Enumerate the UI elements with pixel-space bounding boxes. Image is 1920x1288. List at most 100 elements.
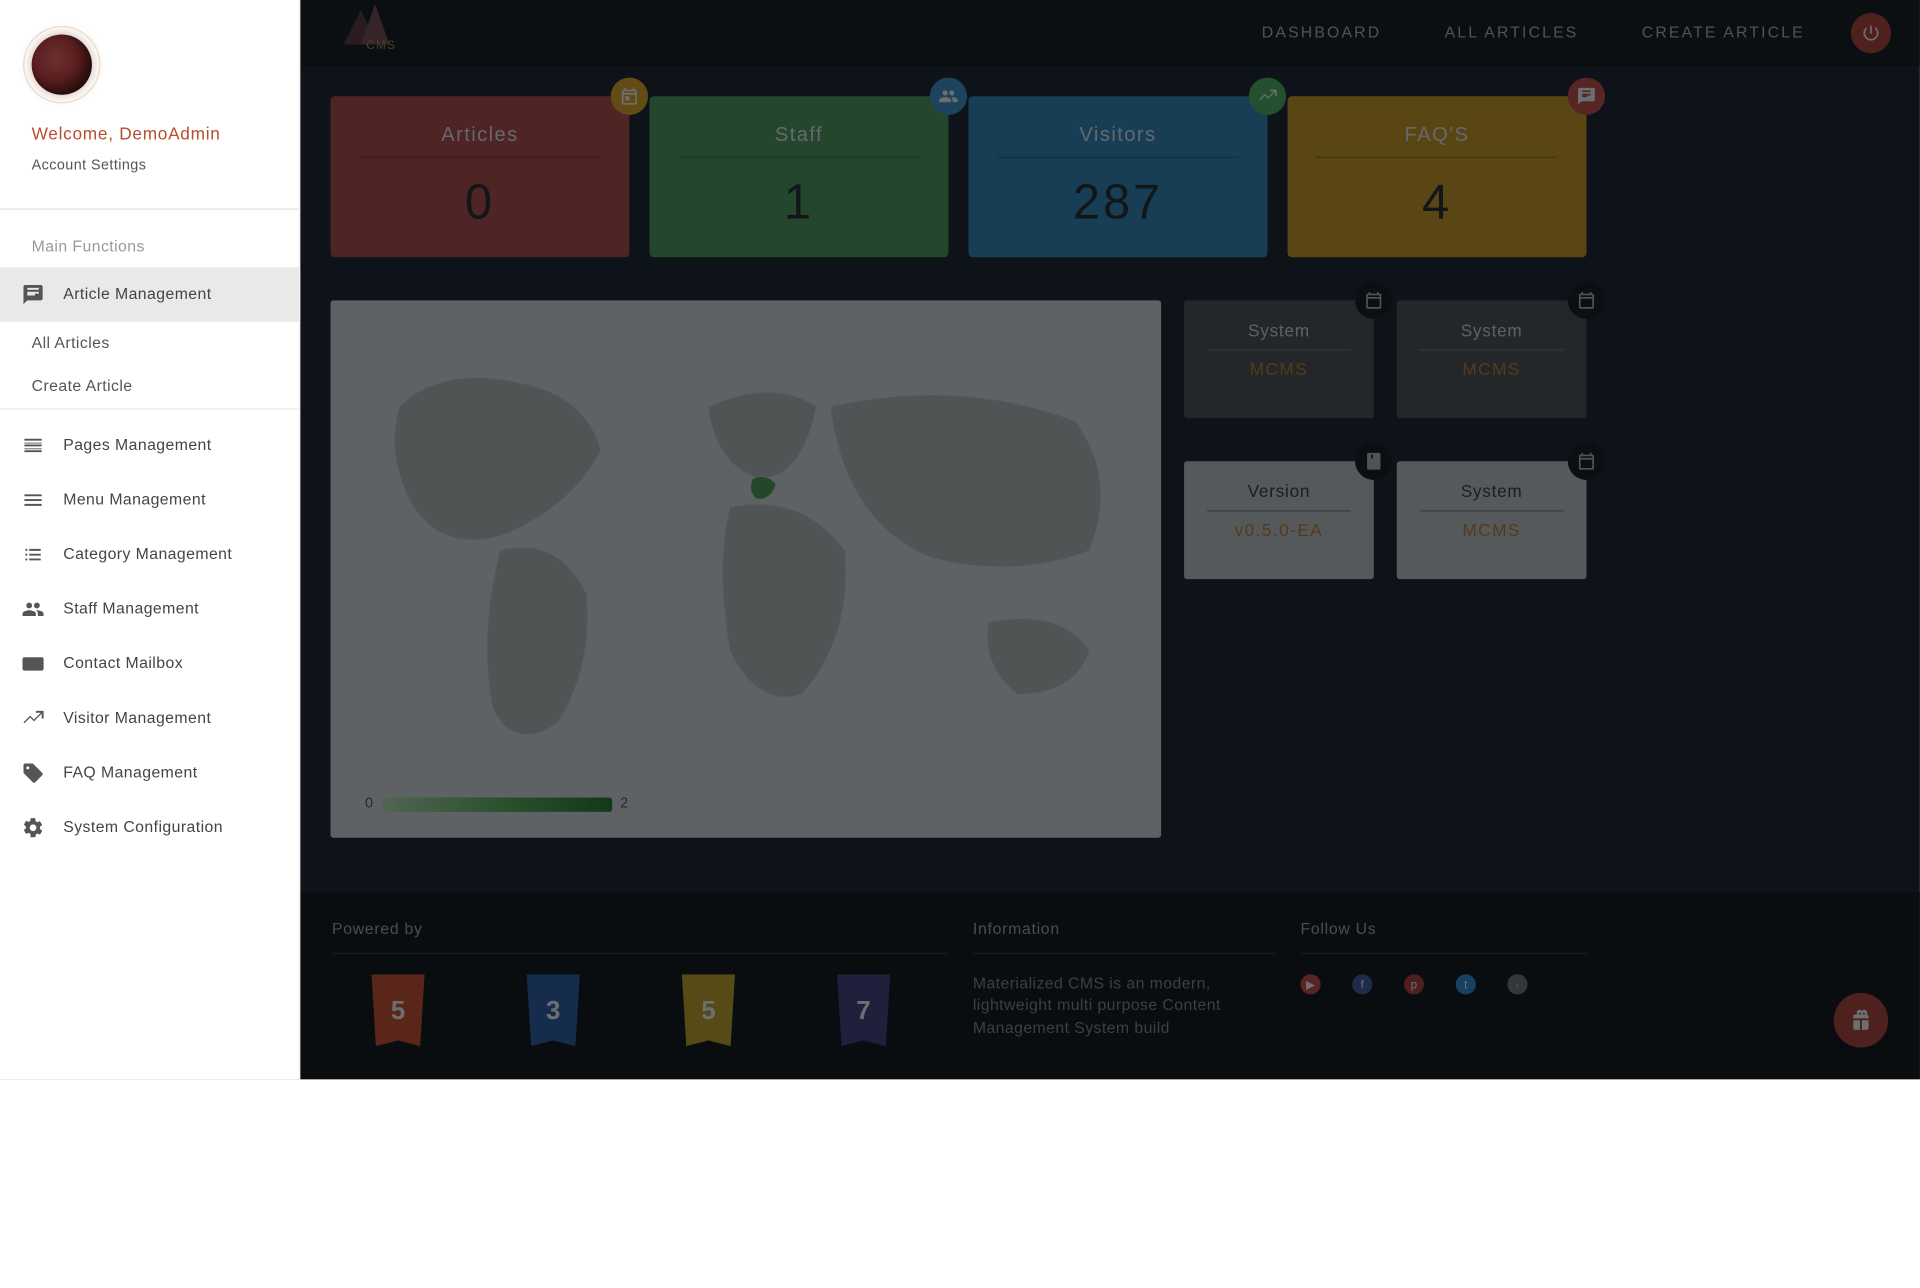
footer: Powered by 5 3 5 7 Information Materiali… [300,892,1919,1079]
top-nav: DASHBOARD ALL ARTICLES CREATE ARTICLE [1262,24,1805,41]
stat-card-articles[interactable]: Articles 0 [331,96,630,257]
sidebar: Welcome, DemoAdmin Account Settings Main… [0,0,300,1079]
sidebar-logo[interactable] [32,34,92,94]
subnav-all-articles[interactable]: All Articles [0,322,299,365]
trend-icon [20,706,46,732]
tech-html5: 5 [366,974,429,1046]
stat-title: Visitors [997,122,1238,145]
nav-label: Contact Mailbox [63,655,183,672]
stat-value: 287 [997,175,1238,231]
footer-heading-powered: Powered by [332,921,950,938]
article-submenu: All Articles Create Article [0,322,299,410]
fab-gift[interactable] [1834,993,1889,1048]
trend-icon [1257,86,1277,106]
topbar: CMS DASHBOARD ALL ARTICLES CREATE ARTICL… [300,0,1919,66]
info-card-version[interactable]: Version v0.5.0-EA [1184,461,1374,579]
nav-pages-management[interactable]: Pages Management [0,418,299,473]
welcome-text: Welcome, DemoAdmin [32,124,268,144]
world-map [356,320,1132,765]
social-facebook[interactable]: f [1352,974,1372,994]
stat-title: Articles [359,122,600,145]
nav-contact-mailbox[interactable]: Contact Mailbox [0,637,299,692]
article-icon [20,282,46,308]
event-icon [1364,290,1384,310]
nav-article-management[interactable]: Article Management [0,267,299,322]
chat-icon [1576,86,1596,106]
nav-staff-management[interactable]: Staff Management [0,582,299,637]
subnav-create-article[interactable]: Create Article [0,365,299,408]
info-value: MCMS [1411,359,1572,379]
info-title: System [1411,481,1572,501]
settings-icon [20,815,46,841]
info-value: v0.5.0-EA [1198,520,1359,540]
main-area: CMS DASHBOARD ALL ARTICLES CREATE ARTICL… [300,0,1919,1079]
map-legend: 0 2 [365,796,628,812]
pages-icon [20,433,46,459]
info-value: MCMS [1198,359,1359,379]
nav-menu-management[interactable]: Menu Management [0,473,299,528]
info-title: System [1198,320,1359,340]
app-logo-text: CMS [366,39,396,52]
tech-js: 5 [677,974,740,1046]
tech-7: 7 [832,974,895,1046]
social-youtube[interactable]: ▶ [1300,974,1320,994]
stats-row: Articles 0 Staff 1 Visitors 287 [331,96,1587,257]
event-icon [619,86,639,106]
nav-category-management[interactable]: Category Management [0,527,299,582]
info-badge [1568,282,1605,319]
topnav-dashboard[interactable]: DASHBOARD [1262,24,1382,41]
people-icon [20,596,46,622]
info-card-system-3[interactable]: System MCMS [1397,461,1587,579]
gift-icon [1849,1009,1872,1032]
nav-faq-management[interactable]: FAQ Management [0,746,299,801]
book-icon [1364,451,1384,471]
power-icon [1861,23,1881,43]
nav-label: Staff Management [63,601,199,618]
stat-badge-staff [930,78,967,115]
info-card-system-2[interactable]: System MCMS [1397,300,1587,418]
social-twitter[interactable]: t [1456,974,1476,994]
nav-label: System Configuration [63,819,223,836]
footer-information: Information Materialized CMS is an moder… [973,921,1278,1079]
info-card-system-1[interactable]: System MCMS [1184,300,1374,418]
stat-card-visitors[interactable]: Visitors 287 [969,96,1268,257]
footer-follow: Follow Us ▶ f p t ∙ [1300,921,1587,1079]
stat-title: FAQ'S [1316,122,1557,145]
nav-label: Article Management [63,286,211,303]
legend-max: 2 [620,796,628,812]
info-badge [1355,282,1392,319]
stat-card-staff[interactable]: Staff 1 [650,96,949,257]
list-icon [20,542,46,568]
stat-badge-articles [611,78,648,115]
nav-label: Category Management [63,546,232,563]
info-value: MCMS [1411,520,1572,540]
footer-heading-follow: Follow Us [1300,921,1587,938]
footer-powered: Powered by 5 3 5 7 [332,921,950,1079]
nav-label: Menu Management [63,491,206,508]
app-logo[interactable]: CMS [315,4,444,61]
sidebar-section-label: Main Functions [0,227,299,267]
nav-label: FAQ Management [63,764,197,781]
nav-system-configuration[interactable]: System Configuration [0,800,299,855]
tech-row: 5 3 5 7 [332,974,950,1046]
account-settings-link[interactable]: Account Settings [32,158,268,174]
stat-badge-visitors [1249,78,1286,115]
topnav-create-article[interactable]: CREATE ARTICLE [1642,24,1805,41]
info-title: System [1411,320,1572,340]
event-icon [1576,451,1596,471]
stat-card-faqs[interactable]: FAQ'S 4 [1288,96,1587,257]
footer-heading-info: Information [973,921,1278,938]
people-icon [938,86,958,106]
stat-value: 4 [1316,175,1557,231]
social-other[interactable]: ∙ [1507,974,1527,994]
stat-value: 1 [678,175,919,231]
stat-title: Staff [678,122,919,145]
nav-visitor-management[interactable]: Visitor Management [0,691,299,746]
menu-icon [20,487,46,513]
stat-badge-faqs [1568,78,1605,115]
tech-css3: 3 [522,974,585,1046]
power-button[interactable] [1851,13,1891,53]
social-pinterest[interactable]: p [1404,974,1424,994]
topnav-all-articles[interactable]: ALL ARTICLES [1445,24,1579,41]
visitor-map[interactable]: 0 2 [331,300,1162,837]
